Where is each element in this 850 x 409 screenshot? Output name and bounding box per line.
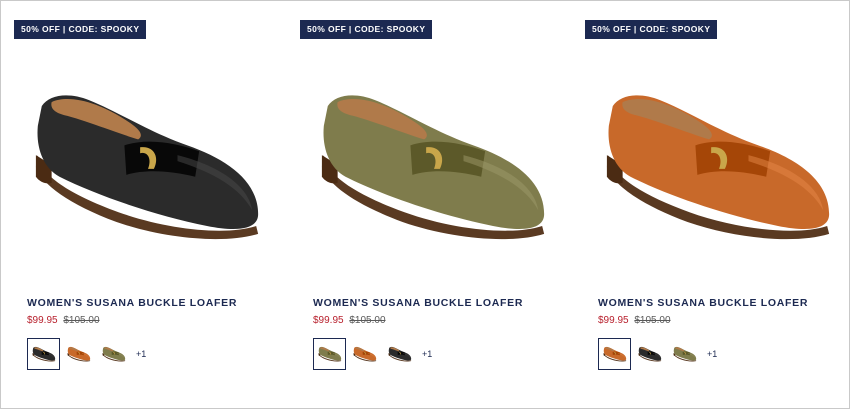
color-swatch[interactable] xyxy=(27,338,60,370)
promo-badge: 50% OFF | CODE: SPOOKY xyxy=(14,20,147,39)
loafer-shoe-icon xyxy=(353,346,376,362)
promo-badge: 50% OFF | CODE: SPOOKY xyxy=(300,20,433,39)
price-row: $99.95 $105.00 xyxy=(598,315,671,326)
color-swatch[interactable] xyxy=(383,338,416,370)
promo-badge: 50% OFF | CODE: SPOOKY xyxy=(585,20,718,39)
product-card[interactable]: 50% OFF | CODE: SPOOKY WOMEN'S SUSANA BU… xyxy=(585,20,850,392)
product-card[interactable]: 50% OFF | CODE: SPOOKY WOMEN'S SUSANA BU… xyxy=(14,20,282,392)
color-swatch[interactable] xyxy=(668,338,701,370)
color-swatch[interactable] xyxy=(348,338,381,370)
product-grid-frame: 50% OFF | CODE: SPOOKY WOMEN'S SUSANA BU… xyxy=(0,0,850,409)
loafer-shoe-icon xyxy=(102,346,125,362)
color-swatch[interactable] xyxy=(633,338,666,370)
color-swatch[interactable] xyxy=(97,338,130,370)
loafer-shoe-icon xyxy=(388,346,411,362)
more-colors-link[interactable]: +1 xyxy=(136,349,146,359)
product-image[interactable] xyxy=(585,50,850,280)
loafer-shoe-icon xyxy=(603,346,626,362)
product-title[interactable]: WOMEN'S SUSANA BUCKLE LOAFER xyxy=(598,297,808,309)
loafer-shoe-icon xyxy=(321,95,545,240)
original-price: $105.00 xyxy=(349,315,386,326)
color-swatch[interactable] xyxy=(62,338,95,370)
sale-price: $99.95 xyxy=(313,315,344,326)
loafer-shoe-icon xyxy=(606,95,830,240)
product-grid: 50% OFF | CODE: SPOOKY WOMEN'S SUSANA BU… xyxy=(14,20,844,400)
price-row: $99.95 $105.00 xyxy=(27,315,100,326)
product-title[interactable]: WOMEN'S SUSANA BUCKLE LOAFER xyxy=(27,297,237,309)
sale-price: $99.95 xyxy=(27,315,58,326)
original-price: $105.00 xyxy=(63,315,100,326)
price-row: $99.95 $105.00 xyxy=(313,315,386,326)
original-price: $105.00 xyxy=(634,315,671,326)
loafer-shoe-icon xyxy=(638,346,661,362)
product-card[interactable]: 50% OFF | CODE: SPOOKY WOMEN'S SUSANA BU… xyxy=(300,20,568,392)
color-swatch[interactable] xyxy=(598,338,631,370)
more-colors-link[interactable]: +1 xyxy=(422,349,432,359)
loafer-shoe-icon xyxy=(32,346,55,362)
loafer-shoe-icon xyxy=(67,346,90,362)
loafer-shoe-icon xyxy=(35,95,259,240)
color-swatches: +1 xyxy=(598,338,717,370)
product-image[interactable] xyxy=(300,50,568,280)
loafer-shoe-icon xyxy=(318,346,341,362)
color-swatch[interactable] xyxy=(313,338,346,370)
more-colors-link[interactable]: +1 xyxy=(707,349,717,359)
loafer-shoe-icon xyxy=(673,346,696,362)
color-swatches: +1 xyxy=(313,338,432,370)
sale-price: $99.95 xyxy=(598,315,629,326)
product-image[interactable] xyxy=(14,50,282,280)
color-swatches: +1 xyxy=(27,338,146,370)
product-title[interactable]: WOMEN'S SUSANA BUCKLE LOAFER xyxy=(313,297,523,309)
